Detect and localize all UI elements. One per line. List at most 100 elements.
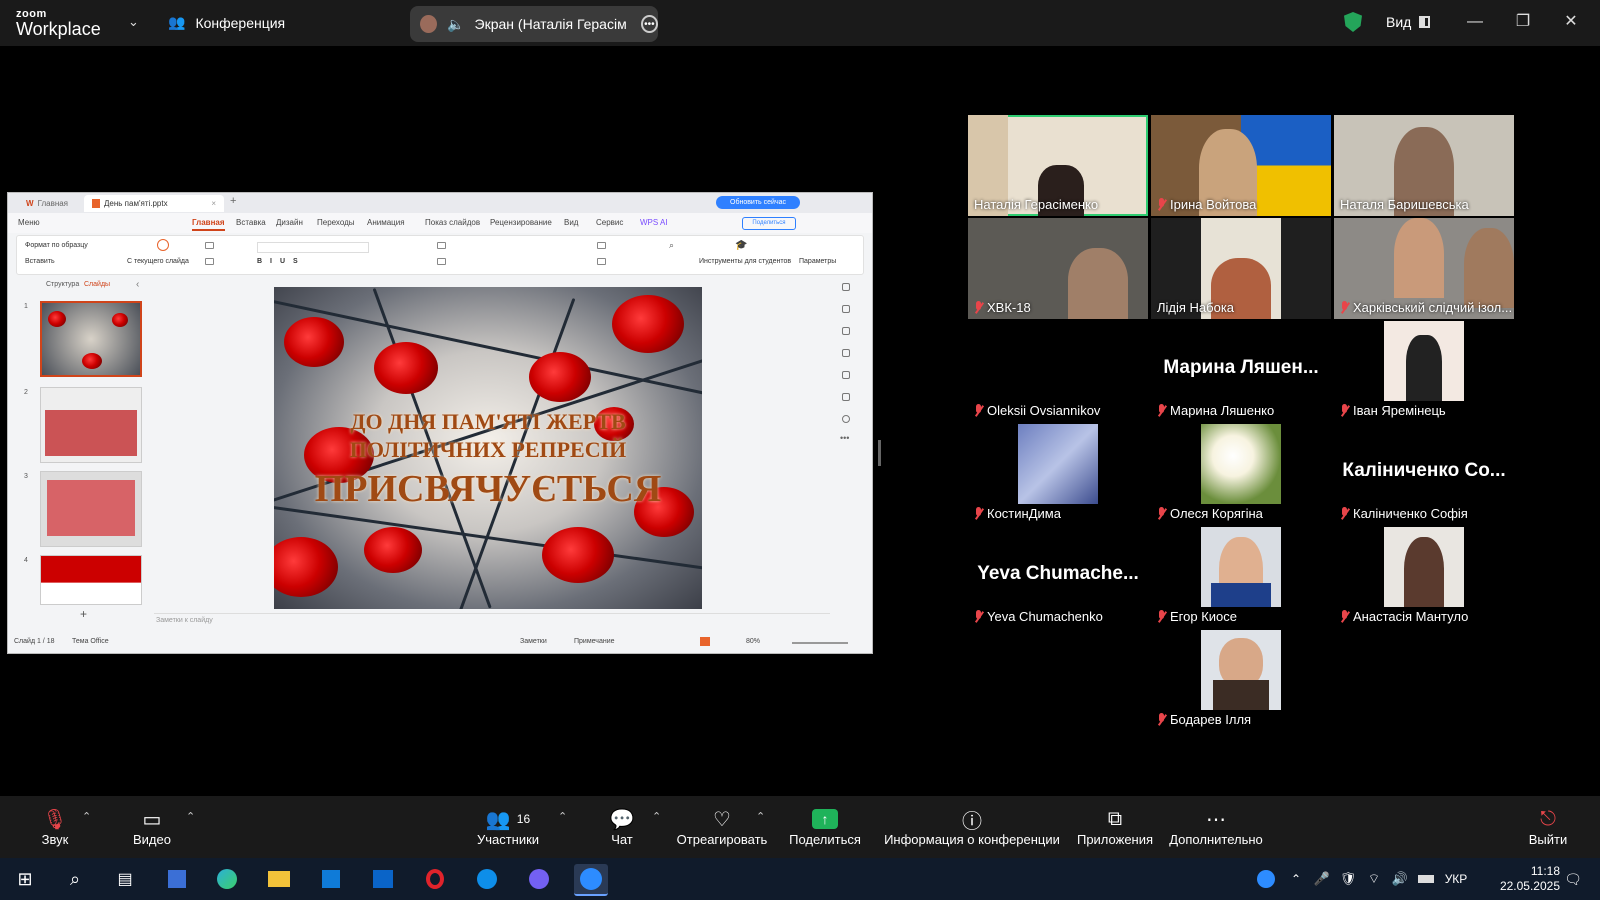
star-icon[interactable] <box>842 349 850 357</box>
tab-structure[interactable]: Структура <box>46 281 79 288</box>
chevron-up-icon[interactable]: ⌃ <box>1284 864 1308 894</box>
video-button[interactable]: ▭ Видео <box>130 806 174 848</box>
slideshow-icon[interactable] <box>700 637 710 646</box>
video-tile[interactable]: Егор Киосе <box>1151 527 1331 628</box>
help-icon[interactable] <box>842 415 850 423</box>
video-tile[interactable]: Наталя Баришевська <box>1334 115 1514 216</box>
video-tile[interactable]: Каліниченко Со... Каліниченко Софія <box>1334 424 1514 525</box>
meeting-info-button[interactable]: ⓘ Информация о конференции <box>884 806 1060 848</box>
task-view-icon[interactable]: ▤ <box>108 864 142 894</box>
tab-home[interactable]: W Главная <box>18 195 78 212</box>
slide-thumbnail-1[interactable] <box>40 301 142 377</box>
language-indicator[interactable]: УКР <box>1440 864 1472 894</box>
video-tile[interactable]: Марина Ляшен... Марина Ляшенко <box>1151 321 1331 422</box>
leave-button[interactable]: ⎋ Выйти <box>1528 806 1568 848</box>
menu-item-review[interactable]: Рецензирование <box>490 218 552 227</box>
history-icon[interactable] <box>842 393 850 401</box>
security-icon[interactable]: 🛡 <box>1336 864 1360 894</box>
video-tile[interactable]: Наталія Герасіменко <box>968 115 1148 216</box>
meeting-menu[interactable]: 👥 Конференция <box>168 14 285 31</box>
zoom-slider[interactable] <box>792 642 848 644</box>
chevron-down-icon[interactable]: ⌄ <box>128 14 139 30</box>
theme-label[interactable]: Тема Office <box>72 638 109 645</box>
more-icon[interactable]: ••• <box>840 433 849 443</box>
notifications-icon[interactable]: 🗨 <box>1558 864 1588 894</box>
menu-item-transitions[interactable]: Переходы <box>317 218 355 227</box>
notes-button[interactable]: Заметки <box>520 638 547 645</box>
chevron-up-icon[interactable]: ⌃ <box>186 810 195 823</box>
layout-icon[interactable] <box>205 242 214 249</box>
chevron-up-icon[interactable]: ⌃ <box>558 810 567 823</box>
update-now-button[interactable]: Обновить сейчас <box>716 196 800 209</box>
video-tile[interactable]: КостинДима <box>968 424 1148 525</box>
tab-slides[interactable]: Слайды <box>84 281 110 288</box>
zoom-level[interactable]: 80% <box>746 638 760 645</box>
align-icon[interactable] <box>437 258 446 265</box>
video-tile[interactable]: Лідія Набока <box>1151 218 1331 319</box>
menu-item-view[interactable]: Вид <box>564 218 578 227</box>
menu-item-animation[interactable]: Анимация <box>367 218 405 227</box>
teamviewer-icon[interactable] <box>470 864 504 894</box>
participants-button[interactable]: 👥 16 Участники <box>470 806 546 848</box>
tab-document[interactable]: День пам'яті.pptx × <box>84 195 224 212</box>
help-icon[interactable] <box>1254 864 1278 894</box>
collapse-icon[interactable]: ‹ <box>136 279 139 290</box>
screen-share-indicator[interactable]: 🔈 Экран (Наталія Герасіменко) ••• <box>410 6 658 42</box>
add-slide-icon[interactable]: + <box>80 607 87 621</box>
video-tile[interactable]: Oleksii Ovsiannikov <box>968 321 1148 422</box>
menu-item-wps-ai[interactable]: WPS AI <box>640 218 668 227</box>
menu-item-design[interactable]: Дизайн <box>276 218 303 227</box>
paste-button[interactable]: Вставить <box>25 258 55 265</box>
file-explorer-icon[interactable] <box>262 864 296 894</box>
menu-item-service[interactable]: Сервис <box>596 218 623 227</box>
video-tile[interactable]: Бодарев Ілля <box>1151 630 1331 731</box>
menu-item-slideshow[interactable]: Показ слайдов <box>425 218 480 227</box>
video-tile[interactable]: Олеся Корягіна <box>1151 424 1331 525</box>
store-icon[interactable] <box>314 864 348 894</box>
tool-icon[interactable] <box>842 305 850 313</box>
opera-icon[interactable] <box>418 864 452 894</box>
zoom-app-icon[interactable] <box>574 864 608 896</box>
comment-button[interactable]: Примечание <box>574 638 615 645</box>
battery-icon[interactable] <box>1414 864 1438 894</box>
video-tile[interactable]: Харківський слідчий ізол... <box>1334 218 1514 319</box>
video-tile[interactable]: Анастасія Мантуло <box>1334 527 1514 628</box>
viber-icon[interactable] <box>522 864 556 894</box>
slide-thumbnail-4[interactable] <box>40 555 142 605</box>
encryption-shield-icon[interactable] <box>1344 12 1362 32</box>
font-select[interactable] <box>257 242 369 253</box>
chevron-up-icon[interactable]: ⌃ <box>756 810 765 823</box>
close-icon[interactable]: ✕ <box>1556 10 1586 34</box>
shape-icon[interactable] <box>597 242 606 249</box>
minimize-icon[interactable]: — <box>1460 10 1490 34</box>
video-tile[interactable]: Yeva Chumache... Yeva Chumachenko <box>968 527 1148 628</box>
slide-thumbnail-3[interactable] <box>40 471 142 547</box>
format-painter-button[interactable]: Формат по образцу <box>25 242 88 249</box>
chat-button[interactable]: 💬 Чат <box>604 806 640 848</box>
audio-button[interactable]: 🎙 Звук <box>34 806 76 848</box>
video-tile[interactable]: Іван Яремінець <box>1334 321 1514 422</box>
save-app-icon[interactable] <box>160 864 194 894</box>
more-icon[interactable]: ••• <box>640 15 658 33</box>
menu-item-menu[interactable]: Меню <box>18 218 40 227</box>
windows-start-icon[interactable]: ⊞ <box>8 864 42 894</box>
chevron-up-icon[interactable]: ⌃ <box>652 810 661 823</box>
edge-icon[interactable] <box>210 864 244 894</box>
student-tools-button[interactable]: Инструменты для студентов <box>699 258 791 265</box>
microphone-icon[interactable]: 🎤 <box>1310 864 1334 894</box>
text-format-group[interactable]: BIUS <box>257 258 306 265</box>
video-tile[interactable]: Ірина Войтова <box>1151 115 1331 216</box>
wps-share-button[interactable]: Поделиться <box>742 217 796 230</box>
system-clock[interactable]: 11:18 22.05.2025 <box>1500 864 1560 894</box>
more-button[interactable]: ⋯ Дополнительно <box>1168 806 1264 848</box>
menu-item-insert[interactable]: Вставка <box>236 218 266 227</box>
react-button[interactable]: ♡ Отреагировать <box>676 806 768 848</box>
parameters-button[interactable]: Параметры <box>799 258 836 265</box>
slide-thumbnail-2[interactable] <box>40 387 142 463</box>
share-screen-button[interactable]: ↑ Поделиться <box>788 806 862 847</box>
view-button[interactable]: Вид <box>1386 14 1431 30</box>
tool-icon[interactable] <box>842 283 850 291</box>
new-tab-icon[interactable]: + <box>230 195 236 207</box>
volume-icon[interactable]: 🔊 <box>1388 864 1412 894</box>
restore-icon[interactable]: ❐ <box>1508 10 1538 34</box>
